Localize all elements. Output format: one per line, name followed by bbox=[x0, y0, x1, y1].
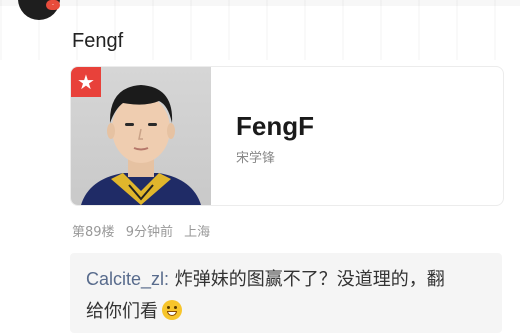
player-card[interactable]: ★ FengF 宋学锋 bbox=[70, 66, 504, 206]
post-text: Fengf bbox=[72, 30, 124, 52]
quote-text-1: 炸弹妹的图赢不了？没道理的，翻 bbox=[174, 269, 445, 290]
avatar-badge: · bbox=[46, 0, 60, 10]
quote-line-2: 给你们看 bbox=[86, 297, 182, 323]
post-location: 上海 bbox=[184, 225, 211, 240]
floor-number: 第89楼 bbox=[72, 225, 115, 240]
player-name: FengF bbox=[236, 111, 314, 141]
quote-text-2: 给你们看 bbox=[86, 301, 158, 322]
quote-username[interactable]: Calcite_zl: bbox=[86, 269, 169, 289]
star-icon: ★ bbox=[71, 67, 101, 97]
quoted-reply[interactable]: Calcite_zl: 炸弹妹的图赢不了？没道理的，翻 给你们看 bbox=[70, 253, 502, 333]
player-photo: ★ bbox=[71, 67, 211, 205]
quote-line-1: Calcite_zl: 炸弹妹的图赢不了？没道理的，翻 bbox=[86, 265, 445, 291]
player-real-name: 宋学锋 bbox=[236, 151, 276, 166]
post-meta: 第89楼 9分钟前 上海 bbox=[72, 221, 217, 240]
post-time: 9分钟前 bbox=[125, 225, 173, 240]
grinning-emoji-icon bbox=[162, 300, 182, 320]
